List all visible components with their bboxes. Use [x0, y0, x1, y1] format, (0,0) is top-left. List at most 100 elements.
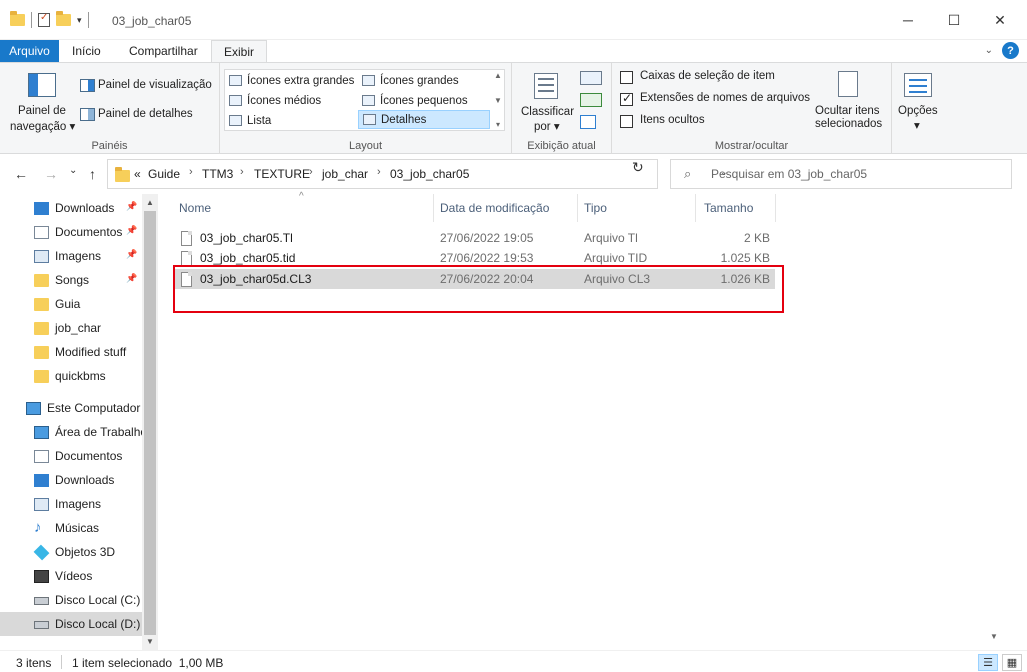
- nav-scrollbar[interactable]: ▲ ▼: [142, 194, 158, 650]
- address-bar[interactable]: « Guide › TTM3 › TEXTURE › job_char › 03_job_cha…: [107, 159, 728, 189]
- customize-toolbar-icon[interactable]: ▾: [77, 15, 82, 26]
- column-divider[interactable]: [775, 194, 776, 222]
- layout-label: Ícones grandes: [380, 74, 459, 87]
- chevron-down-icon[interactable]: ▼: [494, 96, 502, 105]
- chevron-down-icon[interactable]: ⌄: [985, 45, 993, 56]
- nav-item[interactable]: Imagens 📌: [0, 244, 142, 268]
- breadcrumb-item[interactable]: TTM3: [202, 167, 233, 181]
- nav-item[interactable]: Este Computador: [0, 396, 142, 420]
- layout-icones-pequenos[interactable]: Ícones pequenos: [358, 91, 490, 110]
- small-icons-icon: [362, 95, 375, 106]
- tab-compartilhar[interactable]: Compartilhar: [129, 40, 198, 62]
- nav-item[interactable]: Disco Local (D:): [0, 612, 142, 636]
- hide-selected-icon: [838, 71, 858, 97]
- large-icons-view-button[interactable]: ▦: [1002, 654, 1022, 671]
- layout-icones-extra-grandes[interactable]: Ícones extra grandes: [225, 71, 357, 90]
- tab-inicio[interactable]: Início: [72, 40, 101, 62]
- painel-navegacao-label-2: navegação ▾: [10, 121, 76, 133]
- nav-item[interactable]: Documentos 📌: [0, 220, 142, 244]
- nav-item-label: Músicas: [55, 521, 100, 535]
- content-scrollbar[interactable]: ▼: [986, 628, 1002, 650]
- chevron-up-icon[interactable]: ▲: [494, 71, 502, 80]
- help-icon[interactable]: ?: [1002, 42, 1019, 59]
- extensoes-checkbox[interactable]: [620, 91, 633, 106]
- painel-detalhes-button[interactable]: Painel de detalhes: [78, 106, 214, 124]
- details-view-button[interactable]: ☰: [978, 654, 998, 671]
- nav-item[interactable]: Documentos: [0, 444, 142, 468]
- folder-icon: [34, 298, 49, 311]
- toolbar-separator: [87, 12, 89, 28]
- search-input[interactable]: ⌕ Pesquisar em 03_job_char05: [670, 159, 1012, 189]
- breadcrumb-item[interactable]: TEXTURE: [254, 167, 310, 181]
- nav-item[interactable]: Songs 📌: [0, 268, 142, 292]
- column-divider[interactable]: [433, 194, 434, 222]
- layout-detalhes[interactable]: Detalhes: [358, 110, 490, 129]
- breadcrumb-item[interactable]: Guide: [148, 167, 180, 181]
- ocultar-selecionados-button[interactable]: Ocultar itens selecionados: [810, 69, 888, 133]
- column-header-type[interactable]: Tipo: [584, 194, 607, 222]
- breadcrumb-separator[interactable]: ›: [189, 166, 193, 178]
- up-button[interactable]: ↑: [89, 166, 96, 182]
- status-item-count: 3 itens: [16, 656, 52, 670]
- tab-exibir[interactable]: Exibir: [211, 40, 268, 63]
- painel-navegacao-button[interactable]: Painel de navegação ▾: [8, 69, 76, 133]
- nav-item-label: Área de Trabalho: [55, 425, 142, 439]
- column-header-name[interactable]: Nome: [179, 194, 211, 222]
- nav-item[interactable]: job_char: [0, 316, 142, 340]
- back-button[interactable]: ←: [14, 166, 28, 182]
- nav-item[interactable]: Modified stuff: [0, 340, 142, 364]
- nav-item[interactable]: Imagens: [0, 492, 142, 516]
- nav-item[interactable]: Downloads: [0, 468, 142, 492]
- minimize-button[interactable]: ─: [885, 0, 931, 40]
- file-date: 27/06/2022 19:05: [440, 231, 534, 245]
- nav-item[interactable]: Disco Local (C:): [0, 588, 142, 612]
- chevron-down-icon[interactable]: ▼: [990, 632, 998, 641]
- nav-item[interactable]: Downloads 📌: [0, 196, 142, 220]
- itens-ocultos-checkbox[interactable]: [620, 115, 633, 128]
- breadcrumb-separator[interactable]: ›: [240, 166, 244, 178]
- breadcrumb-item[interactable]: job_char: [322, 167, 368, 181]
- scrollbar-thumb[interactable]: [144, 211, 156, 635]
- breadcrumb-separator[interactable]: ›: [377, 166, 381, 178]
- new-folder-icon[interactable]: [56, 11, 71, 26]
- pin-icon: 📌: [126, 273, 138, 283]
- pin-icon: 📌: [126, 225, 138, 235]
- size-columns-icon[interactable]: [580, 115, 596, 129]
- add-columns-icon[interactable]: [580, 93, 602, 107]
- nav-item[interactable]: Vídeos: [0, 564, 142, 588]
- file-name: 03_job_char05.tid: [200, 251, 296, 265]
- properties-icon[interactable]: ✓: [38, 12, 50, 27]
- painel-visualizacao-button[interactable]: Painel de visualização: [78, 77, 214, 95]
- column-header-date[interactable]: Data de modificação: [440, 194, 549, 222]
- chevron-down-icon[interactable]: ▼: [146, 637, 154, 646]
- chevron-up-icon[interactable]: ▲: [146, 198, 154, 207]
- classificar-por-button[interactable]: Classificar por ▾: [518, 69, 576, 133]
- nav-item[interactable]: ♪ Músicas: [0, 516, 142, 540]
- tab-arquivo[interactable]: Arquivo: [0, 40, 59, 62]
- maximize-button[interactable]: ☐: [931, 0, 977, 40]
- column-divider[interactable]: [695, 194, 696, 222]
- nav-item[interactable]: Área de Trabalho: [0, 420, 142, 444]
- layout-lista[interactable]: Lista: [225, 111, 357, 130]
- close-button[interactable]: ✕: [977, 0, 1023, 40]
- nav-item[interactable]: Guia: [0, 292, 142, 316]
- expand-icon[interactable]: ▾: [496, 120, 500, 129]
- layout-icones-grandes[interactable]: Ícones grandes: [358, 71, 490, 90]
- column-header-size[interactable]: Tamanho: [704, 194, 753, 222]
- file-row[interactable]: 03_job_char05.Tl 27/06/2022 19:05 Arquivo …: [175, 228, 775, 248]
- layout-icones-medios[interactable]: Ícones médios: [225, 91, 357, 110]
- forward-button[interactable]: →: [44, 166, 58, 182]
- recent-locations-button[interactable]: ⌄: [69, 165, 77, 176]
- nav-item[interactable]: quickbms: [0, 364, 142, 388]
- group-by-icon[interactable]: [580, 71, 602, 85]
- layout-gallery-scroll[interactable]: ▲ ▼ ▾: [491, 69, 505, 131]
- breadcrumb-item[interactable]: 03_job_char05: [390, 167, 469, 181]
- nav-item[interactable]: Objetos 3D: [0, 540, 142, 564]
- column-divider[interactable]: [577, 194, 578, 222]
- refresh-button[interactable]: ↻: [632, 159, 644, 176]
- desktop-icon: [34, 426, 49, 439]
- opcoes-button[interactable]: Opções ▾: [896, 69, 942, 133]
- breadcrumb-overflow[interactable]: «: [134, 167, 141, 181]
- caixas-selecao-checkbox[interactable]: [620, 71, 633, 84]
- breadcrumb-separator[interactable]: ›: [309, 166, 313, 178]
